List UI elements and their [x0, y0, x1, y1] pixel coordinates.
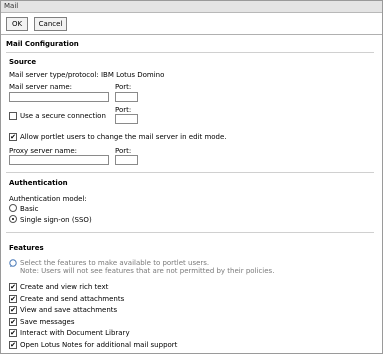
auth-model-label: Authentication model: — [9, 195, 87, 203]
secure-port-input[interactable] — [115, 114, 138, 124]
proxy-server-label: Proxy server name: — [9, 147, 77, 155]
feature-label: Save messages — [20, 318, 75, 326]
secure-port-label: Port: — [115, 106, 132, 114]
window-title: Mail — [1, 1, 382, 13]
feature-checkbox[interactable]: ✔ — [9, 283, 17, 291]
feature-label: Open Lotus Notes for additional mail sup… — [20, 341, 178, 349]
secure-connection-checkbox[interactable] — [9, 112, 17, 120]
mail-server-label: Mail server name: — [9, 83, 73, 91]
ok-button[interactable]: OK — [6, 17, 28, 31]
feature-label: Interact with Document Library — [20, 329, 130, 337]
proxy-server-input[interactable] — [9, 155, 109, 165]
allow-change-checkbox[interactable]: ✔ — [9, 133, 17, 141]
divider — [6, 52, 374, 53]
mail-server-port-input[interactable] — [115, 92, 138, 102]
feature-label: Create and view rich text — [20, 283, 109, 291]
secure-connection-label: Use a secure connection — [20, 112, 106, 120]
feature-checkbox[interactable]: ✔ — [9, 329, 17, 337]
allow-change-label: Allow portlet users to change the mail s… — [20, 133, 227, 141]
features-help-line1: Select the features to make available to… — [20, 259, 210, 267]
feature-checkbox[interactable]: ✔ — [9, 295, 17, 303]
mail-server-port-label: Port: — [115, 83, 132, 91]
feature-label: View and save attachments — [20, 306, 118, 314]
proxy-port-input[interactable] — [115, 155, 138, 165]
feature-checkbox[interactable]: ✔ — [9, 306, 17, 314]
feature-label: Create and send attachments — [20, 295, 125, 303]
divider — [6, 232, 374, 233]
toolbar: OK Cancel — [1, 13, 382, 35]
mail-server-input[interactable] — [9, 92, 109, 102]
sso-radio[interactable] — [9, 215, 17, 223]
feature-checkbox[interactable]: ✔ — [9, 341, 17, 349]
feature-checkbox[interactable]: ✔ — [9, 318, 17, 326]
features-heading: Features — [9, 244, 44, 252]
divider — [6, 172, 374, 173]
features-help-line2: Note: Users will not see features that a… — [20, 267, 275, 275]
source-heading: Source — [9, 58, 37, 66]
page-title: Mail Configuration — [6, 40, 79, 48]
proxy-port-label: Port: — [115, 147, 132, 155]
cancel-button[interactable]: Cancel — [34, 17, 67, 31]
basic-label: Basic — [20, 205, 39, 213]
server-type-text: Mail server type/protocol: IBM Lotus Dom… — [9, 71, 165, 79]
auth-heading: Authentication — [9, 179, 68, 187]
sso-label: Single sign-on (SSO) — [20, 216, 92, 224]
info-icon — [9, 259, 17, 267]
basic-radio[interactable] — [9, 204, 17, 212]
